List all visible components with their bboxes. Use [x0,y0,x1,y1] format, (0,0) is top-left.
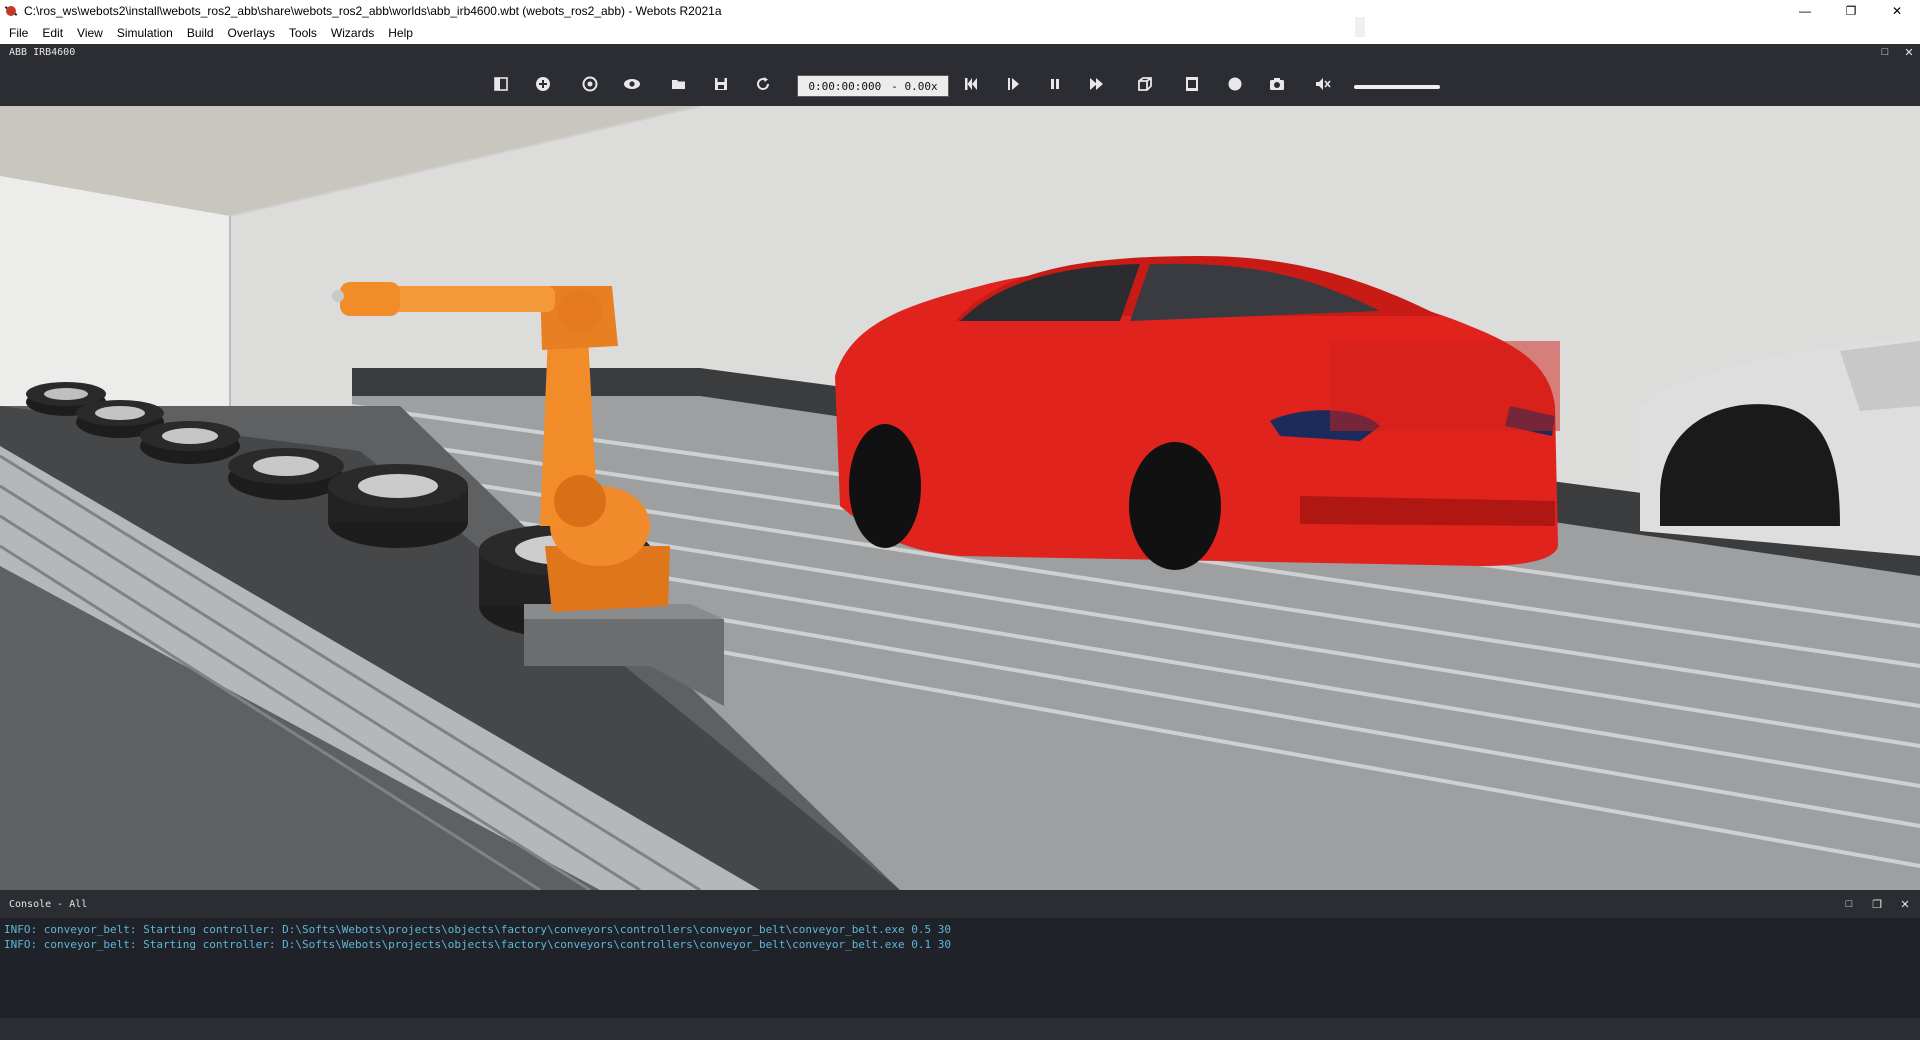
view-icon[interactable] [621,73,643,95]
close-button[interactable]: ✕ [1874,0,1920,22]
menu-view[interactable]: View [70,22,110,44]
menu-edit[interactable]: Edit [35,22,70,44]
view-dock-title: ABB IRB4600 [9,46,76,58]
dock-float-button[interactable]: □ [1878,46,1892,58]
console-line: INFO: conveyor_belt: Starting controller… [4,938,952,951]
step-icon[interactable] [1002,73,1024,95]
volume-slider-handle[interactable] [1355,17,1365,37]
menu-build[interactable]: Build [180,22,221,44]
mute-icon[interactable] [1312,73,1334,95]
webots-app-icon [4,4,18,18]
dock-close-button[interactable]: ✕ [1902,46,1916,59]
simulation-toolbar: 0:00:00:000 - 0.00x [0,60,1920,106]
restore-viewpoint-icon[interactable] [579,73,601,95]
add-node-icon[interactable] [532,73,554,95]
menu-overlays[interactable]: Overlays [221,22,282,44]
menu-bar: File Edit View Simulation Build Overlays… [0,22,1920,44]
speed-value: - 0.00x [891,79,938,93]
console-header: Console - All □ ❐ ✕ [0,890,1920,918]
simulation-time-display: 0:00:00:000 - 0.00x [797,75,949,97]
console-close-button[interactable]: ✕ [1898,898,1912,911]
volume-slider-track[interactable] [1354,85,1440,89]
menu-simulation[interactable]: Simulation [110,22,180,44]
view-dock-header: ABB IRB4600 □ ✕ [0,44,1920,60]
menu-help[interactable]: Help [381,22,420,44]
movie-icon[interactable] [1181,73,1203,95]
reload-world-icon[interactable] [752,73,774,95]
console-output[interactable]: INFO: conveyor_belt: Starting controller… [0,918,1920,1018]
menu-file[interactable]: File [2,22,35,44]
record-icon[interactable] [1224,73,1246,95]
fast-forward-icon[interactable] [1086,73,1108,95]
restore-button[interactable]: ❐ [1828,0,1874,22]
menu-tools[interactable]: Tools [282,22,324,44]
pause-icon[interactable] [1044,73,1066,95]
title-bar: C:\ros_ws\webots2\install\webots_ros2_ab… [0,0,1920,22]
minimize-button[interactable]: — [1782,0,1828,22]
reset-simulation-icon[interactable] [960,73,982,95]
status-bar [0,1018,1920,1040]
menu-wizards[interactable]: Wizards [324,22,381,44]
time-value: 0:00:00:000 [808,79,882,93]
open-world-icon[interactable] [668,73,690,95]
console-line: INFO: conveyor_belt: Starting controller… [4,923,952,936]
window-controls: — ❐ ✕ [1782,0,1920,22]
save-world-icon[interactable] [710,73,732,95]
window-title: C:\ros_ws\webots2\install\webots_ros2_ab… [24,4,722,18]
toggle-scene-tree-icon[interactable] [490,73,512,95]
scene-render [0,106,1920,890]
console-title: Console - All [9,898,88,910]
console-float-button[interactable]: ❐ [1870,898,1884,911]
screenshot-icon[interactable] [1266,73,1288,95]
toggle-rendering-icon[interactable] [1134,73,1156,95]
console-maximize-button[interactable]: □ [1842,898,1856,910]
3d-viewport[interactable] [0,106,1920,890]
